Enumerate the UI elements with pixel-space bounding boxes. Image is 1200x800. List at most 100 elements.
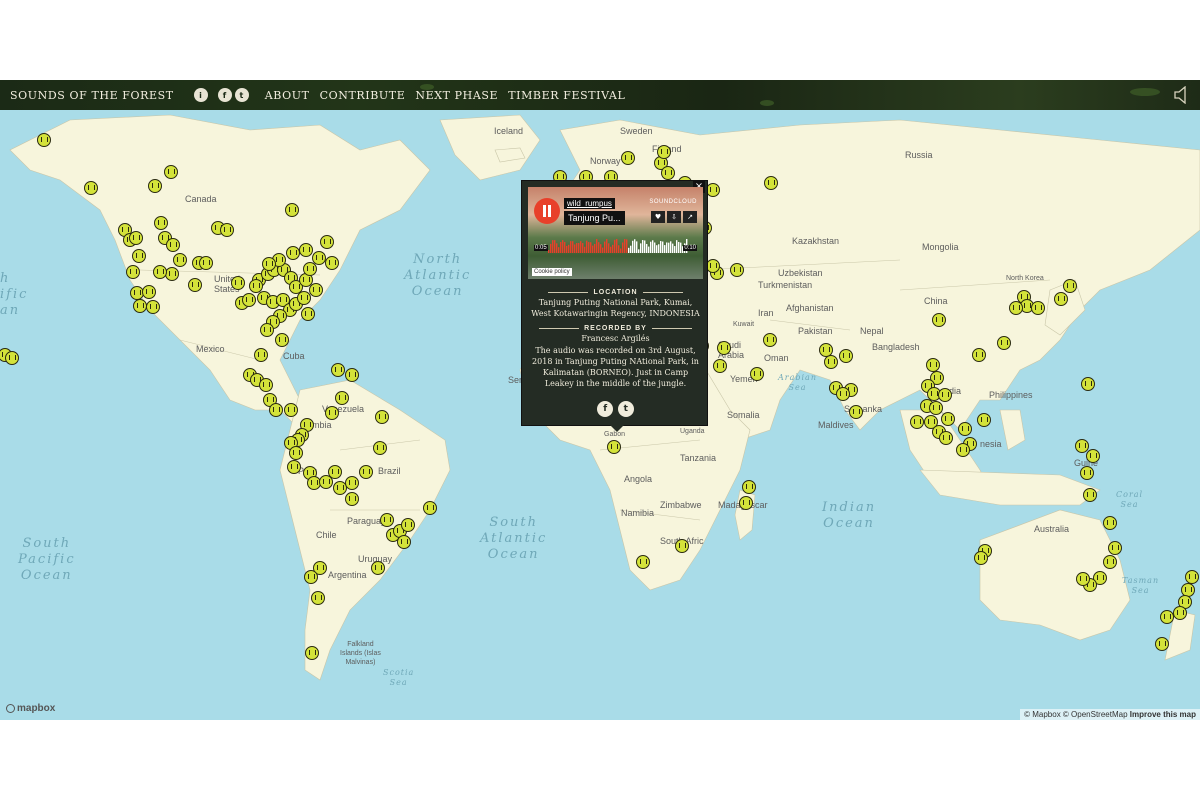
info-icon[interactable]: i [193, 88, 208, 102]
sound-pin[interactable] [742, 480, 756, 494]
sound-pin[interactable] [84, 181, 98, 195]
sound-pin[interactable] [325, 256, 339, 270]
sound-pin[interactable] [375, 410, 389, 424]
sound-pin[interactable] [299, 243, 313, 257]
sound-pin[interactable] [938, 388, 952, 402]
sound-pin[interactable] [763, 333, 777, 347]
sound-pin[interactable] [1009, 301, 1023, 315]
sound-pin[interactable] [325, 406, 339, 420]
sound-pin[interactable] [286, 246, 300, 260]
sound-pin[interactable] [345, 368, 359, 382]
mapbox-logo[interactable]: mapbox [6, 703, 55, 714]
sound-pin[interactable] [661, 166, 675, 180]
sound-pin[interactable] [312, 251, 326, 265]
sound-pin[interactable] [956, 443, 970, 457]
sound-pin[interactable] [335, 391, 349, 405]
sound-pin[interactable] [231, 276, 245, 290]
sound-pin[interactable] [910, 415, 924, 429]
sound-pin[interactable] [675, 539, 689, 553]
sound-pin[interactable] [1103, 555, 1117, 569]
sound-pin[interactable] [301, 307, 315, 321]
sound-pin[interactable] [309, 283, 323, 297]
nav-about[interactable]: ABOUT [265, 89, 310, 102]
soundcloud-logo[interactable]: SOUNDCLOUD [649, 199, 697, 205]
sound-pin[interactable] [1086, 449, 1100, 463]
sound-pin[interactable] [304, 570, 318, 584]
sound-pin[interactable] [285, 203, 299, 217]
sound-pin[interactable] [153, 265, 167, 279]
sound-pin[interactable] [713, 359, 727, 373]
sound-pin[interactable] [319, 475, 333, 489]
sound-pin[interactable] [173, 253, 187, 267]
sound-pin[interactable] [717, 341, 731, 355]
twitter-icon[interactable]: t [234, 88, 249, 102]
sound-pin[interactable] [1063, 279, 1077, 293]
sound-pin[interactable] [199, 256, 213, 270]
sound-pin[interactable] [311, 591, 325, 605]
sound-pin[interactable] [289, 446, 303, 460]
sound-pin[interactable] [1083, 488, 1097, 502]
sound-pin[interactable] [621, 151, 635, 165]
sound-pin[interactable] [1160, 610, 1174, 624]
sound-pin[interactable] [259, 378, 273, 392]
sound-pin[interactable] [345, 476, 359, 490]
sound-pin[interactable] [839, 349, 853, 363]
sound-pin[interactable] [1155, 637, 1169, 651]
sound-pin[interactable] [5, 351, 19, 365]
sound-pin[interactable] [764, 176, 778, 190]
attribution-mapbox[interactable]: © Mapbox [1024, 710, 1061, 719]
sound-pin[interactable] [305, 646, 319, 660]
sound-pin[interactable] [37, 133, 51, 147]
sound-pin[interactable] [371, 561, 385, 575]
sound-pin[interactable] [345, 492, 359, 506]
sound-pin[interactable] [607, 440, 621, 454]
sound-pin[interactable] [636, 555, 650, 569]
sound-pin[interactable] [1081, 377, 1095, 391]
sound-pin[interactable] [146, 300, 160, 314]
sound-pin[interactable] [320, 235, 334, 249]
like-icon[interactable]: ♥ [651, 211, 665, 223]
sound-pin[interactable] [932, 313, 946, 327]
soundcloud-track-title[interactable]: Tanjung Pu... [564, 211, 625, 225]
sound-pin[interactable] [359, 465, 373, 479]
sound-pin[interactable] [220, 223, 234, 237]
sound-pin[interactable] [977, 413, 991, 427]
sound-pin[interactable] [373, 441, 387, 455]
sound-pin[interactable] [423, 501, 437, 515]
sound-pin[interactable] [997, 336, 1011, 350]
facebook-icon[interactable]: f [217, 88, 232, 102]
sound-pin[interactable] [1103, 516, 1117, 530]
sound-pin[interactable] [166, 238, 180, 252]
nav-contribute[interactable]: CONTRIBUTE [320, 89, 406, 102]
sound-pin[interactable] [706, 183, 720, 197]
sound-pin[interactable] [824, 355, 838, 369]
sound-pin[interactable] [1054, 292, 1068, 306]
nav-next-phase[interactable]: NEXT PHASE [415, 89, 498, 102]
sound-pin[interactable] [380, 513, 394, 527]
waveform[interactable] [548, 239, 688, 253]
sound-pin[interactable] [275, 333, 289, 347]
sound-pin[interactable] [397, 535, 411, 549]
sound-pin[interactable] [132, 249, 146, 263]
sound-pin[interactable] [164, 165, 178, 179]
sound-pin[interactable] [188, 278, 202, 292]
sound-pin[interactable] [331, 363, 345, 377]
facebook-share-icon[interactable]: f [597, 401, 614, 417]
sound-pin[interactable] [148, 179, 162, 193]
sound-pin[interactable] [739, 496, 753, 510]
sound-pin[interactable] [262, 257, 276, 271]
sound-pin[interactable] [750, 367, 764, 381]
twitter-share-icon[interactable]: t [617, 401, 634, 417]
sound-pin[interactable] [165, 267, 179, 281]
sound-pin[interactable] [1076, 572, 1090, 586]
improve-map-link[interactable]: Improve this map [1130, 710, 1196, 719]
sound-pin[interactable] [133, 299, 147, 313]
sound-pin[interactable] [657, 145, 671, 159]
sound-pin[interactable] [1080, 466, 1094, 480]
sound-pin[interactable] [254, 348, 268, 362]
sound-pin[interactable] [972, 348, 986, 362]
sound-pin[interactable] [1173, 606, 1187, 620]
sound-pin[interactable] [142, 285, 156, 299]
sound-pin[interactable] [929, 401, 943, 415]
sound-pin[interactable] [154, 216, 168, 230]
